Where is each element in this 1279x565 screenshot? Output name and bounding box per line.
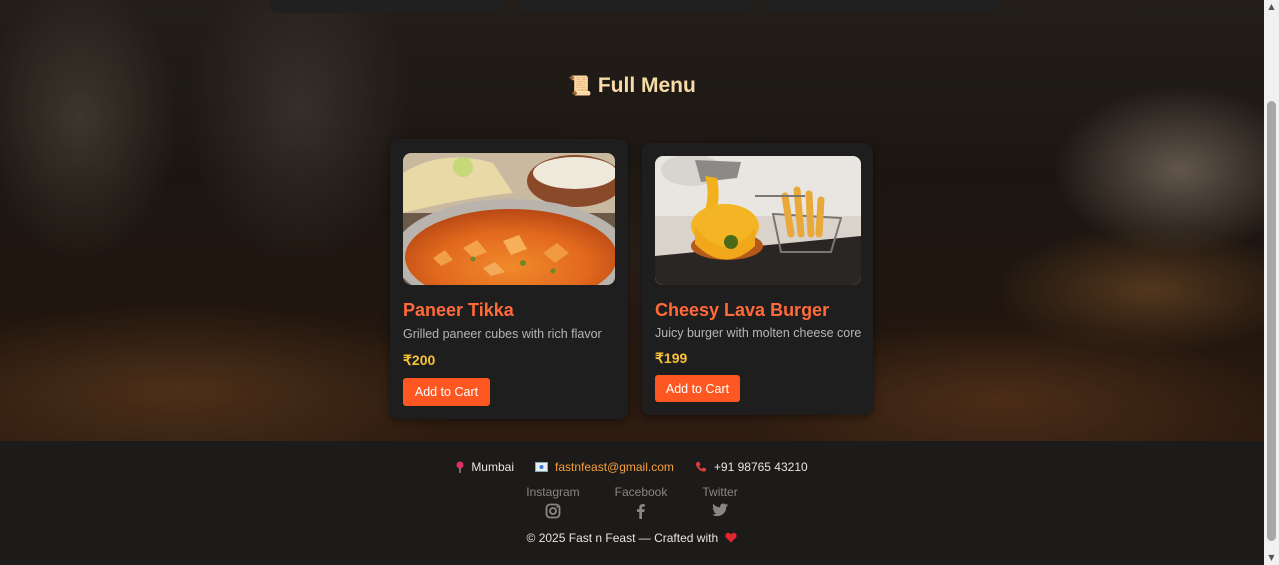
- previous-card: [766, 0, 997, 13]
- social-instagram[interactable]: Instagram: [526, 485, 580, 519]
- social-label: Facebook: [614, 485, 668, 499]
- contact-info: Mumbai fastnfeast@gmail.com +91 98765 43…: [0, 460, 1264, 474]
- scroll-icon: 📜: [568, 76, 592, 97]
- add-to-cart-button[interactable]: Add to Cart: [655, 375, 740, 402]
- menu-card-paneer-tikka: Paneer Tikka Grilled paneer cubes with r…: [390, 139, 628, 419]
- phone-item: +91 98765 43210: [695, 460, 808, 474]
- email-item[interactable]: fastnfeast@gmail.com: [535, 460, 674, 474]
- menu-item-price: ₹199: [655, 350, 688, 366]
- location-text: Mumbai: [471, 460, 514, 474]
- paneer-tikka-photo: [403, 153, 615, 285]
- pin-icon: [456, 461, 464, 473]
- menu-card-cheesy-lava-burger: Cheesy Lava Burger Juicy burger with mol…: [642, 143, 873, 415]
- scroll-down-arrow-icon[interactable]: ▼: [1264, 551, 1279, 565]
- menu-item-description: Grilled paneer cubes with rich flavor: [403, 327, 602, 341]
- previous-card: [518, 0, 749, 13]
- phone-icon: [695, 462, 706, 472]
- twitter-icon[interactable]: [711, 503, 729, 518]
- menu-section-title: 📜 Full Menu: [568, 74, 696, 97]
- previous-section-cards: [269, 0, 999, 13]
- add-to-cart-button[interactable]: Add to Cart: [403, 378, 490, 406]
- background-image: [0, 0, 1264, 441]
- email-icon: [535, 462, 548, 472]
- menu-item-price: ₹200: [403, 352, 436, 368]
- social-links: Instagram Facebook Twitter: [0, 485, 1264, 519]
- cheesy-lava-burger-photo: [655, 156, 861, 285]
- phone-text: +91 98765 43210: [713, 460, 808, 474]
- social-facebook[interactable]: Facebook: [614, 485, 668, 519]
- facebook-icon[interactable]: [633, 503, 649, 519]
- social-twitter[interactable]: Twitter: [702, 485, 738, 519]
- social-label: Instagram: [526, 485, 580, 499]
- paneer-tikka-image: [403, 153, 615, 285]
- email-link[interactable]: fastnfeast@gmail.com: [555, 460, 674, 474]
- scroll-up-arrow-icon[interactable]: ▲: [1264, 0, 1279, 14]
- menu-item-description: Juicy burger with molten cheese core: [655, 326, 862, 340]
- page-scrollbar[interactable]: ▲ ▼: [1264, 0, 1279, 565]
- scroll-thumb[interactable]: [1267, 101, 1276, 541]
- cheesy-lava-burger-image: [655, 156, 861, 285]
- copyright: © 2025 Fast n Feast — Crafted with: [0, 531, 1264, 545]
- instagram-icon[interactable]: [545, 503, 561, 519]
- footer: Mumbai fastnfeast@gmail.com +91 98765 43…: [0, 441, 1264, 565]
- menu-item-name: Paneer Tikka: [403, 300, 514, 320]
- heart-icon: [725, 532, 738, 543]
- menu-item-name: Cheesy Lava Burger: [655, 300, 830, 320]
- previous-card: [269, 0, 500, 13]
- location-item: Mumbai: [456, 460, 514, 474]
- copyright-text: © 2025 Fast n Feast — Crafted with: [526, 531, 719, 545]
- social-label: Twitter: [702, 485, 738, 499]
